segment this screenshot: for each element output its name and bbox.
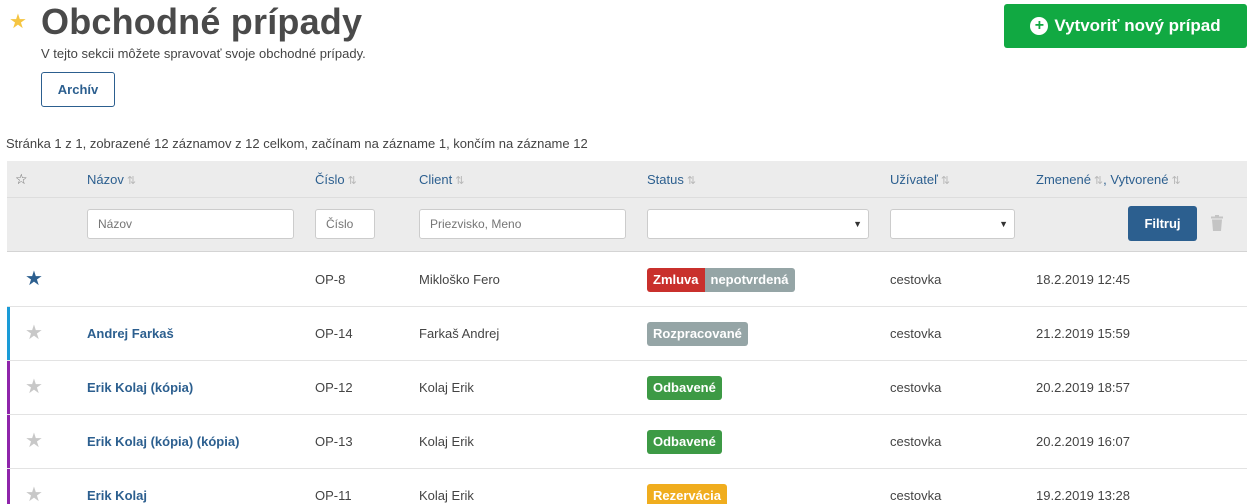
page-title: Obchodné prípady [41,1,363,42]
status-badge: nepotvrdená [704,268,795,292]
sort-icon: ⇅ [1093,175,1104,187]
case-client: Kolaj Erik [419,434,474,449]
status-badge: Rozpracované [647,322,748,346]
status-filter-select[interactable]: ▼ [647,209,869,239]
sort-icon: ⇅ [347,175,357,187]
filter-button[interactable]: Filtruj [1128,206,1197,241]
sort-icon: ⇅ [1171,175,1181,187]
table-row[interactable]: ★ Erik Kolaj (kópia) (kópia) OP-13 Kolaj Er… [7,415,1247,469]
paging-info: Stránka 1 z 1, zobrazené 12 záznamov z 1… [6,136,588,151]
case-date: 20.2.2019 16:07 [1036,434,1130,449]
case-user: cestovka [890,434,942,449]
row-color-bar [7,253,10,306]
status-badges: Odbavené [647,376,722,400]
sort-icon: ⇅ [455,175,465,187]
name-filter-input[interactable] [87,209,294,239]
column-header-name[interactable]: Názov ⇅ [87,172,136,187]
row-favorite-star-icon[interactable]: ★ [25,377,43,397]
column-header-number[interactable]: Číslo ⇅ [315,172,357,187]
case-client: Kolaj Erik [419,488,474,503]
sort-icon: ⇅ [686,175,697,187]
page-subtitle: V tejto sekcii môžete spravovať svoje ob… [41,46,366,61]
case-number: OP-8 [315,272,346,287]
sort-icon: ⇅ [126,175,137,187]
row-color-bar [7,307,10,360]
table-row[interactable]: ★ Erik Kolaj OP-11 Kolaj Erik cestovka 19.2.2… [7,469,1247,504]
sort-icon: ⇅ [940,175,951,187]
row-color-bar [7,361,10,414]
case-name-link[interactable]: Erik Kolaj [87,488,147,503]
column-header-user[interactable]: Užívateľ ⇅ [890,172,950,187]
case-number: OP-11 [315,488,352,503]
status-badges: Zmluva nepotvrdená [647,268,795,292]
table-row[interactable]: ★ Erik Kolaj (kópia) OP-12 Kolaj Erik cestov… [7,361,1247,415]
favorite-star-icon[interactable]: ★ [9,12,27,32]
case-date: 18.2.2019 12:45 [1036,272,1130,287]
status-badge: Odbavené [647,376,722,400]
row-color-bar [7,469,10,504]
case-number: OP-13 [315,434,353,449]
case-user: cestovka [890,326,942,341]
row-favorite-star-icon[interactable]: ★ [25,323,43,343]
status-badge: Rezervácia [647,484,727,504]
case-date: 19.2.2019 13:28 [1036,488,1130,503]
table-row[interactable]: ★ Andrej Farkaš OP-14 Farkaš Andrej cestovka… [7,307,1247,361]
plus-circle-icon: + [1030,17,1049,35]
user-filter-select[interactable]: ▼ [890,209,1015,239]
column-header-client[interactable]: Client ⇅ [419,172,464,187]
case-user: cestovka [890,380,942,395]
status-badges: Odbavené [647,430,722,454]
case-date: 21.2.2019 15:59 [1036,326,1130,341]
row-favorite-star-icon[interactable]: ★ [25,269,43,289]
row-favorite-star-icon[interactable]: ★ [25,431,43,451]
case-user: cestovka [890,488,942,503]
column-header-status[interactable]: Status ⇅ [647,172,696,187]
row-favorite-star-icon[interactable]: ★ [25,485,43,504]
status-badges: Rozpracované [647,322,748,346]
row-color-bar [7,415,10,468]
star-column-icon: ☆ [15,171,28,187]
column-header-dates[interactable]: Zmenené ⇅, Vytvorené ⇅ [1036,172,1181,187]
status-badge: Zmluva [647,268,705,292]
dropdown-caret-icon: ▼ [999,219,1008,229]
client-filter-input[interactable] [419,209,626,239]
case-number: OP-12 [315,380,353,395]
create-case-label: Vytvoriť nový prípad [1054,16,1221,35]
filter-row: ▼ ▼ Filtruj [7,198,1247,252]
create-case-button[interactable]: + Vytvoriť nový prípad [1004,4,1247,48]
case-number: OP-14 [315,326,353,341]
case-name-link[interactable]: Andrej Farkaš [87,326,174,341]
case-client: Kolaj Erik [419,380,474,395]
case-user: cestovka [890,272,942,287]
number-filter-input[interactable] [315,209,375,239]
case-name-link[interactable]: Erik Kolaj (kópia) [87,380,193,395]
trash-icon[interactable] [1211,215,1223,231]
table-header: ☆ Názov ⇅ Číslo ⇅ Client ⇅ Status ⇅ Užívateľ… [7,161,1247,198]
case-client: Mikloško Fero [419,272,500,287]
case-name-link[interactable]: Erik Kolaj (kópia) (kópia) [87,434,239,449]
dropdown-caret-icon: ▼ [853,219,862,229]
cases-table: ☆ Názov ⇅ Číslo ⇅ Client ⇅ Status ⇅ Užívateľ… [7,161,1247,504]
status-badge: Odbavené [647,430,722,454]
case-date: 20.2.2019 18:57 [1036,380,1130,395]
archive-button[interactable]: Archív [41,72,115,107]
status-badges: Rezervácia [647,484,727,504]
table-row[interactable]: ★ OP-8 Mikloško Fero cestovka 18.2.2019 12:4… [7,253,1247,307]
case-client: Farkaš Andrej [419,326,500,341]
